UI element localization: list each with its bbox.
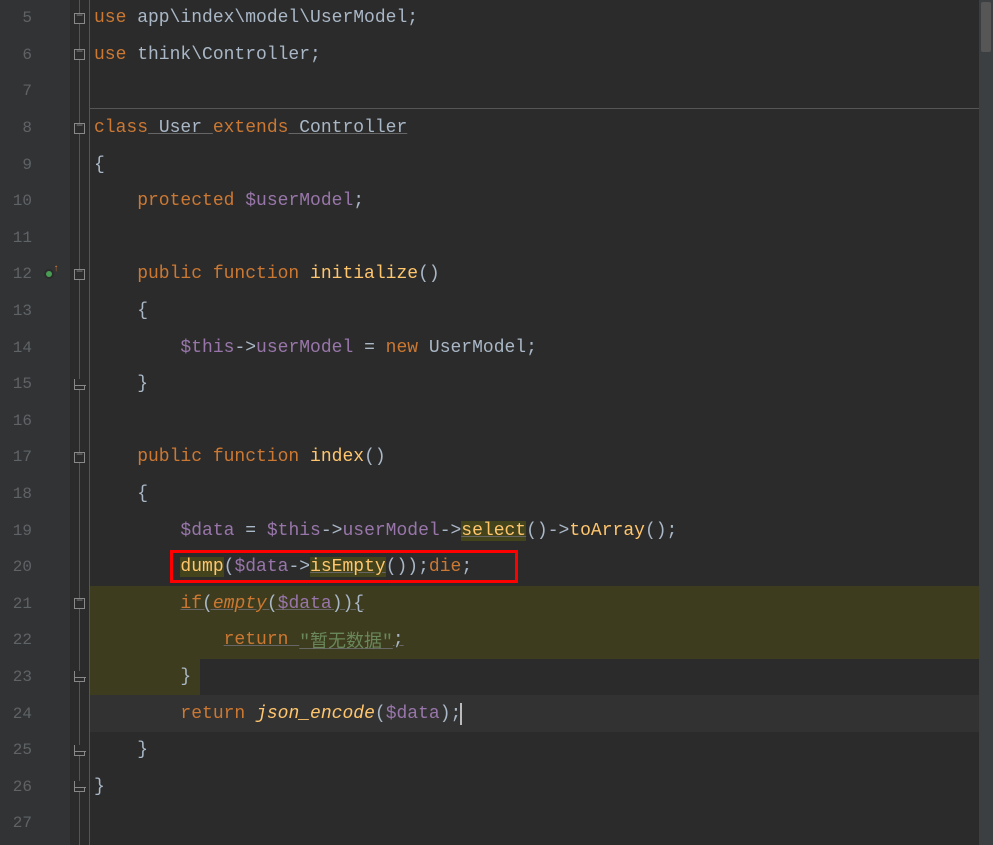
- code-area[interactable]: use app\index\model\UserModel; use think…: [90, 0, 993, 845]
- vertical-scrollbar[interactable]: [979, 0, 993, 845]
- code-line[interactable]: }: [90, 659, 993, 696]
- code-line[interactable]: {: [90, 476, 993, 513]
- line-number: 6: [0, 46, 38, 64]
- line-number: 21: [0, 595, 38, 613]
- gutter: 5 6 7 8 9 10 11 12↑ 13 14 15 16 17 18 19…: [0, 0, 70, 845]
- line-number: 10: [0, 192, 38, 210]
- fold-end-icon[interactable]: [74, 745, 85, 756]
- code-line[interactable]: [90, 403, 993, 440]
- code-line[interactable]: {: [90, 146, 993, 183]
- line-number: 12: [0, 265, 38, 283]
- code-line[interactable]: use app\index\model\UserModel;: [90, 0, 993, 37]
- fold-end-icon[interactable]: [74, 379, 85, 390]
- code-line[interactable]: {: [90, 293, 993, 330]
- line-number: 8: [0, 119, 38, 137]
- code-editor[interactable]: 5 6 7 8 9 10 11 12↑ 13 14 15 16 17 18 19…: [0, 0, 993, 845]
- line-number: 26: [0, 778, 38, 796]
- line-number: 27: [0, 814, 38, 832]
- fold-toggle-icon[interactable]: [74, 13, 85, 24]
- code-line[interactable]: [90, 805, 993, 842]
- code-line[interactable]: $this->userModel = new UserModel;: [90, 329, 993, 366]
- code-line[interactable]: return "暂无数据";: [90, 622, 993, 659]
- code-line[interactable]: class User extends Controller: [90, 110, 993, 147]
- line-number: 20: [0, 558, 38, 576]
- code-line[interactable]: if(empty($data)){: [90, 586, 993, 623]
- line-number: 7: [0, 82, 38, 100]
- code-line[interactable]: [90, 220, 993, 257]
- fold-toggle-icon[interactable]: [74, 269, 85, 280]
- scrollbar-thumb[interactable]: [981, 2, 991, 52]
- line-number: 19: [0, 522, 38, 540]
- code-line[interactable]: use think\Controller;: [90, 37, 993, 74]
- line-number: 11: [0, 229, 38, 247]
- override-method-icon[interactable]: ↑: [38, 269, 60, 279]
- line-number: 16: [0, 412, 38, 430]
- line-number: 14: [0, 339, 38, 357]
- line-number: 15: [0, 375, 38, 393]
- line-number: 13: [0, 302, 38, 320]
- code-line[interactable]: dump($data->isEmpty());die;: [90, 549, 993, 586]
- line-number: 25: [0, 741, 38, 759]
- fold-toggle-icon[interactable]: [74, 123, 85, 134]
- code-line[interactable]: protected $userModel;: [90, 183, 993, 220]
- code-line[interactable]: [90, 73, 993, 110]
- fold-toggle-icon[interactable]: [74, 598, 85, 609]
- line-number: 9: [0, 156, 38, 174]
- code-line[interactable]: }: [90, 366, 993, 403]
- line-number: 18: [0, 485, 38, 503]
- line-number: 24: [0, 705, 38, 723]
- code-line-current[interactable]: return json_encode($data);: [90, 695, 993, 732]
- code-line[interactable]: }: [90, 732, 993, 769]
- fold-column: [70, 0, 90, 845]
- fold-toggle-icon[interactable]: [74, 452, 85, 463]
- text-cursor: [460, 703, 462, 725]
- fold-toggle-icon[interactable]: [74, 49, 85, 60]
- code-line[interactable]: $data = $this->userModel->select()->toAr…: [90, 512, 993, 549]
- code-line[interactable]: public function index(): [90, 439, 993, 476]
- code-line[interactable]: }: [90, 768, 993, 805]
- line-number: 17: [0, 448, 38, 466]
- line-number: 5: [0, 9, 38, 27]
- line-number: 22: [0, 631, 38, 649]
- fold-end-icon[interactable]: [74, 671, 85, 682]
- line-number: 23: [0, 668, 38, 686]
- fold-end-icon[interactable]: [74, 781, 85, 792]
- code-line[interactable]: public function initialize(): [90, 256, 993, 293]
